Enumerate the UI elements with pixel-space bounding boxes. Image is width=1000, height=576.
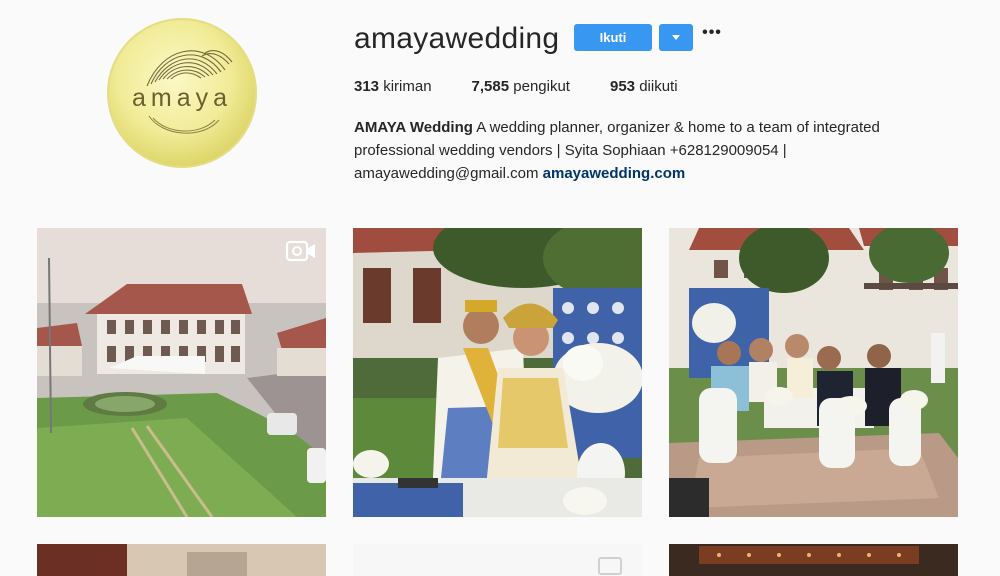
post-image-interior bbox=[37, 544, 326, 576]
profile-stats: 313 kiriman 7,585 pengikut 953 diikuti bbox=[354, 78, 718, 95]
following-count[interactable]: 953 diikuti bbox=[610, 78, 678, 95]
stat-label: kiriman bbox=[383, 78, 432, 95]
post-image-light bbox=[353, 544, 642, 576]
stat-number: 313 bbox=[354, 78, 380, 95]
profile-avatar[interactable]: amaya bbox=[107, 18, 257, 168]
followers-count[interactable]: 7,585 pengikut bbox=[472, 78, 570, 95]
post-image-ceremony bbox=[669, 228, 958, 517]
stat-number: 7,585 bbox=[471, 78, 510, 95]
post-thumbnail[interactable] bbox=[353, 228, 642, 517]
post-image-stage bbox=[669, 544, 958, 576]
stat-number: 953 bbox=[609, 78, 636, 95]
stat-label: diikuti bbox=[639, 78, 678, 95]
post-thumbnail[interactable] bbox=[37, 228, 326, 517]
post-image-aerial-venue bbox=[37, 228, 326, 517]
bio-full-name: AMAYA Wedding bbox=[354, 119, 473, 136]
avatar-logo-text: amaya bbox=[131, 84, 233, 112]
profile-username: amayawedding bbox=[354, 22, 560, 55]
video-camera-icon bbox=[286, 240, 315, 262]
chevron-down-icon bbox=[672, 35, 680, 40]
post-thumbnail[interactable] bbox=[669, 228, 958, 517]
stat-label: pengikut bbox=[513, 78, 570, 95]
more-options-icon[interactable]: ••• bbox=[702, 25, 722, 47]
bio-website-link[interactable]: amayawedding.com bbox=[543, 165, 686, 182]
post-thumbnail[interactable] bbox=[669, 544, 958, 576]
post-image-couple bbox=[353, 228, 642, 517]
suggestions-dropdown-button[interactable] bbox=[659, 24, 693, 51]
post-thumbnail[interactable] bbox=[37, 544, 326, 576]
post-thumbnail[interactable] bbox=[353, 544, 642, 576]
follow-button[interactable]: Ikuti bbox=[574, 24, 652, 51]
posts-count[interactable]: 313 kiriman bbox=[354, 78, 432, 95]
profile-bio: AMAYA Wedding A wedding planner, organiz… bbox=[354, 116, 934, 185]
